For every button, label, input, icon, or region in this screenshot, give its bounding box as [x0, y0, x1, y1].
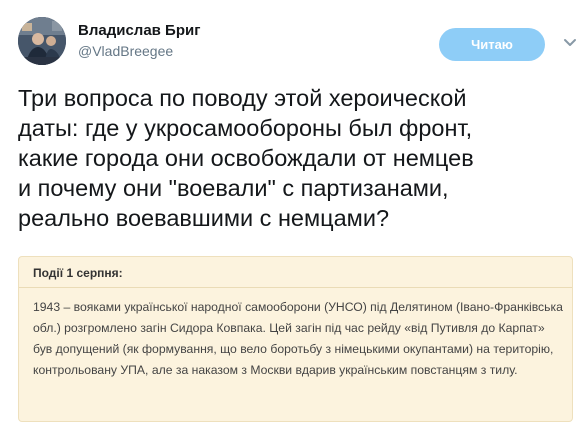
avatar-photo-icon: [18, 17, 66, 65]
follow-button[interactable]: Читаю: [439, 28, 545, 61]
user-avatar[interactable]: [18, 17, 66, 65]
quote-divider: [19, 287, 572, 288]
author-name[interactable]: Владислав Бриг: [78, 22, 200, 39]
tweet-text: Три вопроса по поводу этой хероической д…: [18, 85, 474, 231]
author-handle[interactable]: @VladBreegee: [78, 43, 173, 59]
chevron-down-icon[interactable]: [563, 38, 577, 48]
quote-header: Події 1 серпня:: [33, 266, 123, 280]
quote-body: 1943 – вояками української народної само…: [33, 300, 563, 377]
quote-card[interactable]: Події 1 серпня: 1943 – вояками українськ…: [18, 256, 573, 422]
